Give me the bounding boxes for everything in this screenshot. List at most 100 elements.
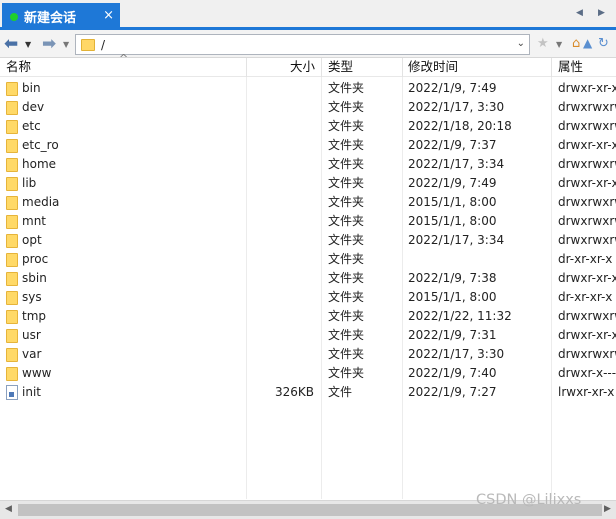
table-row[interactable]: mnt 文件夹 2015/1/1, 8:00 drwxrwxrwx [0,212,616,231]
table-row[interactable]: sbin 文件夹 2022/1/9, 7:38 drwxr-xr-x [0,269,616,288]
table-row[interactable]: dev 文件夹 2022/1/17, 3:30 drwxrwxrwx [0,98,616,117]
parent-folder-icon[interactable]: ▲ [583,36,592,50]
connection-status-dot [10,12,18,21]
tab-scroll-left-icon[interactable]: ◀ [576,8,583,18]
file-attr: drwxrwxrwx [558,157,616,171]
tab-new-session[interactable]: 新建会话 × [2,3,120,30]
folder-icon [6,253,18,267]
forward-button[interactable]: ➡ [42,34,56,54]
file-name: etc_ro [22,138,59,152]
path-text: / [101,37,106,52]
file-attr: drwxr-xr-x [558,138,616,152]
tab-title: 新建会话 [24,11,77,26]
bookmark-star-icon[interactable]: ★ [537,36,549,51]
file-attr: drwxr-xr-x [558,176,616,190]
column-divider[interactable] [402,58,403,77]
tab-scroll-right-icon[interactable]: ▶ [598,8,605,18]
file-size [248,307,314,326]
table-row[interactable]: home 文件夹 2022/1/17, 3:34 drwxrwxrwx [0,155,616,174]
forward-history-dropdown-icon[interactable]: ▼ [63,34,69,54]
file-name: www [22,366,52,380]
file-name: sys [22,290,42,304]
folder-icon [6,120,18,134]
file-attr: lrwxr-xr-x [558,385,615,399]
table-row[interactable]: opt 文件夹 2022/1/17, 3:34 drwxrwxrwx [0,231,616,250]
file-type: 文件夹 [328,347,365,361]
file-name: dev [22,100,45,114]
file-mtime: 2022/1/9, 7:37 [408,138,497,152]
file-attr: dr-xr-xr-x [558,252,613,266]
file-size [248,250,314,269]
table-row[interactable]: sys 文件夹 2015/1/1, 8:00 dr-xr-xr-x [0,288,616,307]
file-name: usr [22,328,41,342]
file-size [248,212,314,231]
file-mtime: 2022/1/22, 11:32 [408,309,512,323]
table-row[interactable]: usr 文件夹 2022/1/9, 7:31 drwxr-xr-x [0,326,616,345]
folder-icon [6,367,18,381]
folder-icon [6,101,18,115]
folder-icon [6,272,18,286]
file-mtime: 2022/1/17, 3:34 [408,233,505,247]
table-row[interactable]: init 326KB 文件 2022/1/9, 7:27 lrwxr-xr-x [0,383,616,402]
path-input[interactable]: / ⌄ [75,34,530,55]
back-button[interactable]: ⬅ [4,34,18,54]
column-header-size[interactable]: 大小 [290,58,315,77]
file-size [248,174,314,193]
back-history-dropdown-icon[interactable]: ▼ [25,34,31,54]
file-name: tmp [22,309,47,323]
file-size [248,79,314,98]
file-size [248,193,314,212]
tab-close-icon[interactable]: × [103,8,114,23]
table-row[interactable]: www 文件夹 2022/1/9, 7:40 drwxr-x--- [0,364,616,383]
file-list-header: ^ 名称 大小 类型 修改时间 属性 [0,52,616,77]
file-mtime: 2015/1/1, 8:00 [408,290,497,304]
refresh-icon[interactable]: ↻ [598,36,609,51]
file-attr: drwxrwxrwx [558,119,616,133]
table-row[interactable]: var 文件夹 2022/1/17, 3:30 drwxrwxrwx [0,345,616,364]
table-row[interactable]: tmp 文件夹 2022/1/22, 11:32 drwxrwxrwx [0,307,616,326]
file-size [248,364,314,383]
bookmark-dropdown-icon[interactable]: ▼ [556,40,562,49]
column-header-name[interactable]: 名称 [6,58,31,77]
scroll-left-icon[interactable]: ◀ [5,504,12,514]
file-name: home [22,157,57,171]
column-header-type[interactable]: 类型 [328,58,353,77]
table-row[interactable]: etc 文件夹 2022/1/18, 20:18 drwxrwxrwx [0,117,616,136]
column-header-mtime[interactable]: 修改时间 [408,58,458,77]
file-size [248,117,314,136]
file-type: 文件夹 [328,176,365,190]
file-attr: drwxr-x--- [558,366,616,380]
column-divider[interactable] [551,58,552,77]
home-folder-icon[interactable]: ⌂ [572,36,580,51]
file-mtime: 2022/1/9, 7:38 [408,271,497,285]
column-header-attr[interactable]: 属性 [558,58,583,77]
folder-icon [81,38,95,51]
column-divider[interactable] [246,58,247,77]
table-row[interactable]: lib 文件夹 2022/1/9, 7:49 drwxr-xr-x [0,174,616,193]
file-type: 文件夹 [328,81,365,95]
file-mtime: 2022/1/17, 3:30 [408,100,505,114]
folder-icon [6,310,18,324]
file-mtime: 2022/1/9, 7:31 [408,328,497,342]
scroll-right-icon[interactable]: ▶ [604,504,611,514]
table-row[interactable]: media 文件夹 2015/1/1, 8:00 drwxrwxrwx [0,193,616,212]
path-dropdown-icon[interactable]: ⌄ [517,38,525,49]
file-mtime: 2022/1/9, 7:49 [408,176,497,190]
table-row[interactable]: proc 文件夹 dr-xr-xr-x [0,250,616,269]
file-type: 文件夹 [328,214,365,228]
file-size [248,345,314,364]
file-name: proc [22,252,49,266]
folder-icon [6,82,18,96]
file-attr: drwxrwxrwx [558,100,616,114]
file-type: 文件夹 [328,195,365,209]
file-attr: drwxr-xr-x [558,328,616,342]
table-row[interactable]: etc_ro 文件夹 2022/1/9, 7:37 drwxr-xr-x [0,136,616,155]
table-row[interactable]: bin 文件夹 2022/1/9, 7:49 drwxr-xr-x [0,79,616,98]
folder-icon [6,158,18,172]
column-divider[interactable] [321,58,322,77]
file-mtime: 2022/1/17, 3:30 [408,347,505,361]
file-mtime: 2015/1/1, 8:00 [408,214,497,228]
file-size [248,231,314,250]
file-type: 文件夹 [328,119,365,133]
file-size [248,98,314,117]
